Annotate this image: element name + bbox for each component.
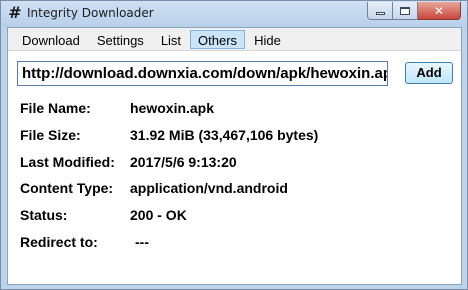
hash-icon: # bbox=[8, 3, 22, 22]
minimize-button[interactable] bbox=[367, 2, 393, 20]
status-value: 200 - OK bbox=[130, 207, 187, 223]
maximize-icon bbox=[400, 6, 410, 15]
maximize-button[interactable] bbox=[393, 2, 418, 20]
file-size-label: File Size: bbox=[20, 127, 81, 143]
menu-list[interactable]: List bbox=[153, 30, 189, 49]
menu-download[interactable]: Download bbox=[14, 30, 88, 49]
watermark-smudge bbox=[276, 221, 451, 279]
close-icon: ✕ bbox=[433, 3, 445, 18]
content-type-label: Content Type: bbox=[20, 180, 114, 196]
menu-bar: Download Settings List Others Hide bbox=[8, 28, 461, 51]
minimize-icon bbox=[375, 12, 385, 15]
close-button[interactable]: ✕ bbox=[418, 2, 461, 20]
app-window: # Integrity Downloader ✕ Download Settin… bbox=[0, 0, 468, 290]
add-button[interactable]: Add bbox=[405, 62, 453, 84]
url-input-value: http://download.downxia.com/down/apk/hew… bbox=[22, 65, 388, 82]
menu-others[interactable]: Others bbox=[190, 29, 246, 49]
window-title: Integrity Downloader bbox=[27, 6, 154, 20]
content-type-value: application/vnd.android bbox=[130, 180, 288, 196]
last-modified-value: 2017/5/6 9:13:20 bbox=[130, 154, 237, 170]
url-input[interactable]: http://download.downxia.com/down/apk/hew… bbox=[17, 61, 388, 86]
redirect-value: --- bbox=[135, 234, 149, 250]
client-area: Download Settings List Others Hide http:… bbox=[7, 27, 462, 285]
file-name-label: File Name: bbox=[20, 100, 91, 116]
caption-buttons: ✕ bbox=[367, 2, 461, 20]
title-bar[interactable]: # Integrity Downloader ✕ bbox=[1, 1, 467, 27]
menu-settings[interactable]: Settings bbox=[89, 30, 152, 49]
status-label: Status: bbox=[20, 207, 68, 223]
file-name-value: hewoxin.apk bbox=[130, 100, 215, 116]
menu-hide[interactable]: Hide bbox=[246, 30, 289, 49]
last-modified-label: Last Modified: bbox=[20, 154, 115, 170]
file-size-value: 31.92 MiB (33,467,106 bytes) bbox=[130, 127, 319, 143]
redirect-label: Redirect to: bbox=[20, 234, 98, 250]
